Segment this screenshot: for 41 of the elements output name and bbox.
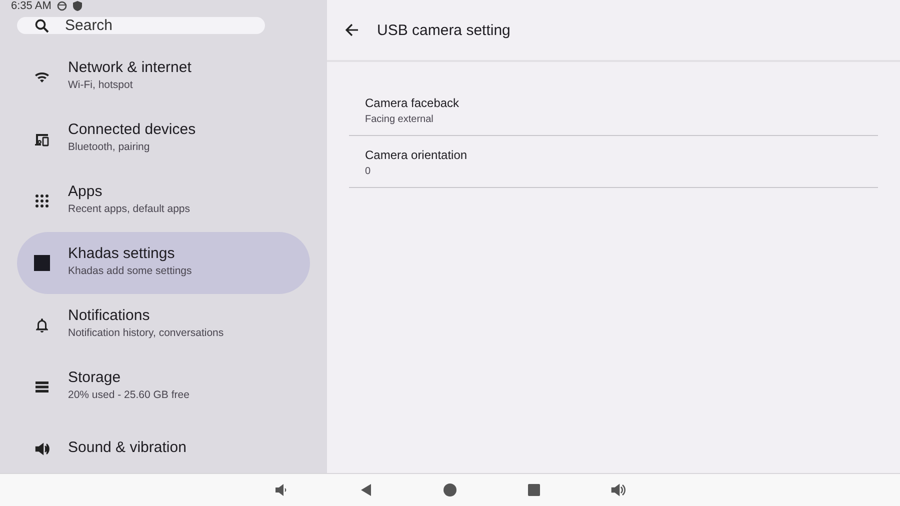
item-title: Connected devices [68,121,196,138]
setting-title: Camera orientation [365,148,468,162]
shield-icon [73,1,82,11]
item-title: Notifications [68,307,151,324]
grid-icon [34,193,50,209]
item-subtitle: Khadas add some settings [68,265,192,277]
item-subtitle: Bluetooth, pairing [68,141,151,153]
search-icon [35,18,49,32]
item-title: Storage [68,369,122,386]
item-subtitle: Wi-Fi, hotspot [68,79,134,91]
search-field[interactable]: Search [17,17,265,34]
home-circle-icon[interactable] [442,482,458,498]
item-subtitle: Recent apps, default apps [68,203,190,215]
bell-icon [34,317,50,333]
recents-square-icon[interactable] [526,482,542,498]
setting-value: 0 [365,166,371,177]
setting-value: Facing external [365,114,434,125]
item-subtitle: 20% used - 25.60 GB free [68,389,190,401]
sidebar-item[interactable]: Storage 20% used - 25.60 GB free [17,356,310,418]
item-title: Apps [68,183,104,200]
sidebar-item[interactable]: Connected devices Bluetooth, pairing [17,108,310,170]
storage-icon [34,379,50,395]
item-title: Sound & vibration [68,438,186,456]
item-title: Network & internet [68,59,192,76]
item-title: Khadas settings [68,245,176,262]
sidebar-item[interactable]: Khadas settings Khadas add some settings [17,232,310,294]
sidebar-item[interactable]: Sound & vibration [17,418,310,473]
devices-icon [34,131,50,147]
volume-up-icon[interactable] [610,482,626,498]
back-button[interactable] [345,23,359,37]
sidebar-item[interactable]: Apps Recent apps, default apps [17,170,310,232]
speaker-icon [34,441,50,457]
sidebar-item[interactable]: Network & internet Wi-Fi, hotspot [17,46,310,108]
sidebar-item[interactable]: Notifications Notification history, conversations [17,294,310,356]
page-title: USB camera setting [377,22,510,38]
square-icon [34,255,50,271]
item-subtitle: Notification history, conversations [68,327,224,339]
status-circle-icon [57,1,68,11]
status-time: 6:35 AM [11,0,52,12]
volume-down-icon[interactable] [273,482,289,498]
setting-title: Camera faceback [365,96,460,110]
